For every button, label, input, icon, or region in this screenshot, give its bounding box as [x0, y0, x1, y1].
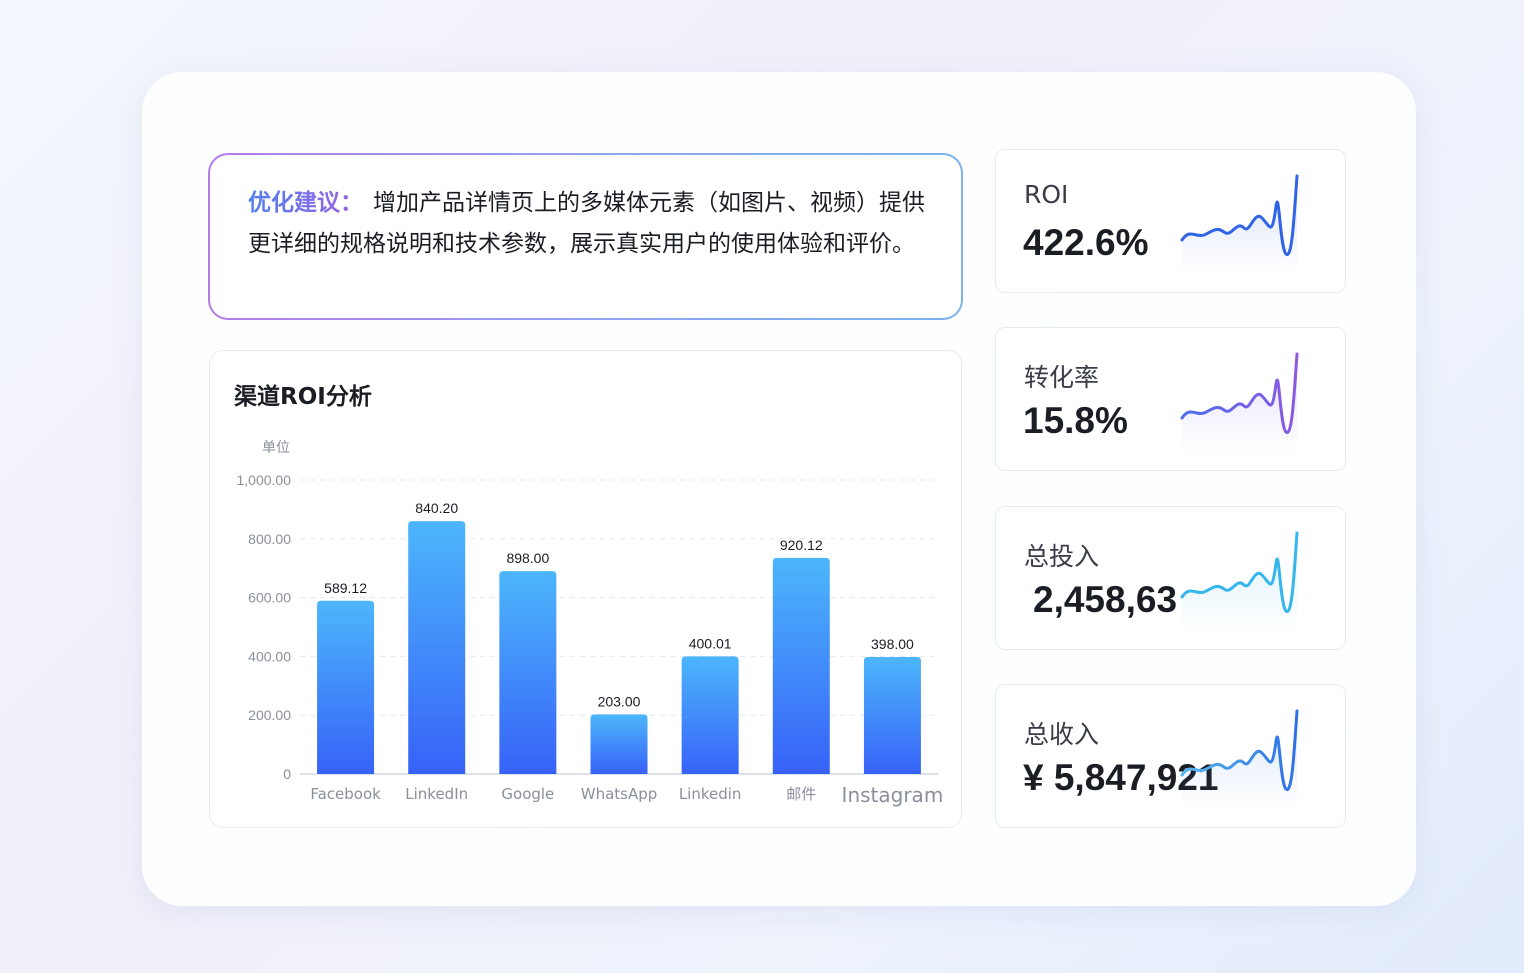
kpi-label: 转化率: [1024, 363, 1100, 392]
kpi-card-total-revenue[interactable]: 总收入 ¥ 5,847,921: [995, 684, 1346, 828]
kpi-value: 15.8%: [1023, 400, 1128, 441]
y-axis-unit-label: 单位: [262, 440, 290, 456]
sparkline-icon: [1180, 709, 1299, 811]
x-tick-label: Instagram: [842, 783, 944, 807]
bar-value-label: 589.12: [324, 580, 367, 596]
x-tick-label: Google: [501, 785, 554, 803]
y-tick-label: 600.00: [248, 590, 291, 606]
x-tick-label: LinkedIn: [405, 785, 468, 803]
y-tick-label: 1,000.00: [237, 472, 292, 488]
optimization-suggestion-card: 优化建议： 增加产品详情页上的多媒体元素（如图片、视频）提供更详细的规格说明和技术…: [208, 153, 963, 320]
suggestion-label: 优化建议：: [248, 190, 363, 216]
bar-value-label: 840.20: [415, 500, 458, 516]
bar-邮件[interactable]: [772, 557, 830, 774]
bar-google[interactable]: [499, 571, 557, 774]
bar-instagram[interactable]: [863, 656, 921, 774]
y-tick-label: 400.00: [248, 648, 291, 664]
sparkline-icon: [1180, 174, 1299, 276]
bar-value-label: 398.00: [871, 636, 914, 652]
kpi-value: 2,458,63: [1033, 579, 1178, 620]
bar-whatsapp[interactable]: [590, 714, 648, 774]
x-tick-label: WhatsApp: [581, 785, 658, 803]
bar-value-label: 203.00: [598, 693, 641, 709]
channel-roi-chart-card: 渠道ROI分析 单位 0 200.00 400.00 600.00 800.00 1,000…: [209, 350, 962, 828]
sparkline-icon: [1180, 352, 1299, 454]
bar-value-label: 400.01: [689, 635, 732, 651]
kpi-label: 总投入: [1024, 542, 1100, 571]
bar-linkedin[interactable]: [408, 521, 466, 774]
kpi-card-roi[interactable]: ROI 422.6%: [995, 149, 1346, 293]
bar-value-label: 920.12: [780, 537, 823, 553]
bar-value-label: 898.00: [506, 550, 549, 566]
sparkline-icon: [1180, 531, 1299, 633]
y-tick-label: 800.00: [248, 531, 291, 547]
x-tick-label: Facebook: [310, 785, 381, 803]
kpi-label: ROI: [1024, 180, 1069, 209]
kpi-label: 总收入: [1024, 720, 1100, 749]
kpi-card-conversion-rate[interactable]: 转化率 15.8%: [995, 327, 1346, 471]
kpi-card-total-investment[interactable]: 总投入 2,458,63: [995, 506, 1346, 650]
y-tick-label: 0: [283, 766, 291, 782]
x-tick-label: 邮件: [786, 785, 816, 803]
roi-bar-chart: 单位 0 200.00 400.00 600.00 800.00 1,000.00 589.1…: [237, 440, 944, 807]
y-tick-label: 200.00: [248, 707, 291, 723]
x-tick-label: Linkedin: [679, 785, 742, 803]
kpi-value: 422.6%: [1023, 222, 1149, 263]
bar-linkedin[interactable]: [681, 656, 739, 774]
bar-facebook[interactable]: [317, 600, 375, 774]
